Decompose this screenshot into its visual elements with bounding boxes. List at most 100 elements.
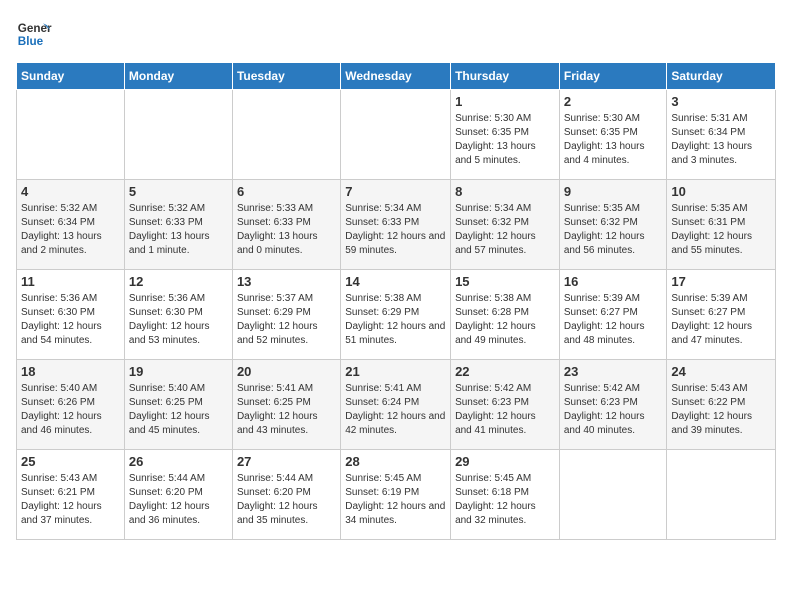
week-row-2: 4 Sunrise: 5:32 AM Sunset: 6:34 PM Daylig…	[17, 180, 776, 270]
day-info: Sunrise: 5:32 AM Sunset: 6:33 PM Dayligh…	[129, 202, 228, 258]
week-row-1: 1 Sunrise: 5:30 AM Sunset: 6:35 PM Daylig…	[17, 90, 776, 180]
day-number: 20	[237, 364, 336, 379]
day-header-saturday: Saturday	[667, 63, 776, 90]
calendar-cell: 1 Sunrise: 5:30 AM Sunset: 6:35 PM Daylig…	[451, 90, 560, 180]
day-info: Sunrise: 5:39 AM Sunset: 6:27 PM Dayligh…	[671, 292, 771, 348]
day-header-wednesday: Wednesday	[341, 63, 451, 90]
calendar-cell: 8 Sunrise: 5:34 AM Sunset: 6:32 PM Daylig…	[451, 180, 560, 270]
day-info: Sunrise: 5:45 AM Sunset: 6:18 PM Dayligh…	[455, 472, 555, 528]
day-header-friday: Friday	[559, 63, 667, 90]
calendar-cell: 29 Sunrise: 5:45 AM Sunset: 6:18 PM Dayli…	[451, 450, 560, 540]
day-number: 16	[564, 274, 663, 289]
day-header-monday: Monday	[124, 63, 232, 90]
day-info: Sunrise: 5:33 AM Sunset: 6:33 PM Dayligh…	[237, 202, 336, 258]
svg-text:Blue: Blue	[18, 35, 44, 48]
calendar-cell: 6 Sunrise: 5:33 AM Sunset: 6:33 PM Daylig…	[232, 180, 340, 270]
day-number: 5	[129, 184, 228, 199]
calendar-cell	[124, 90, 232, 180]
calendar-cell: 9 Sunrise: 5:35 AM Sunset: 6:32 PM Daylig…	[559, 180, 667, 270]
day-info: Sunrise: 5:40 AM Sunset: 6:26 PM Dayligh…	[21, 382, 120, 438]
day-number: 27	[237, 454, 336, 469]
day-number: 4	[21, 184, 120, 199]
week-row-3: 11 Sunrise: 5:36 AM Sunset: 6:30 PM Dayli…	[17, 270, 776, 360]
logo: General Blue	[16, 16, 56, 52]
day-number: 13	[237, 274, 336, 289]
calendar-cell: 11 Sunrise: 5:36 AM Sunset: 6:30 PM Dayli…	[17, 270, 125, 360]
calendar-cell: 22Sunrise: 5:42 AM Sunset: 6:23 PM Dayli…	[451, 360, 560, 450]
calendar-cell: 10 Sunrise: 5:35 AM Sunset: 6:31 PM Dayli…	[667, 180, 776, 270]
day-info: Sunrise: 5:43 AM Sunset: 6:21 PM Dayligh…	[21, 472, 120, 528]
calendar-cell: 19Sunrise: 5:40 AM Sunset: 6:25 PM Dayli…	[124, 360, 232, 450]
day-info: Sunrise: 5:40 AM Sunset: 6:25 PM Dayligh…	[129, 382, 228, 438]
day-info: Sunrise: 5:42 AM Sunset: 6:23 PM Dayligh…	[564, 382, 663, 438]
day-info: Sunrise: 5:38 AM Sunset: 6:28 PM Dayligh…	[455, 292, 555, 348]
calendar-cell: 17 Sunrise: 5:39 AM Sunset: 6:27 PM Dayli…	[667, 270, 776, 360]
calendar-cell: 26 Sunrise: 5:44 AM Sunset: 6:20 PM Dayli…	[124, 450, 232, 540]
calendar-cell	[559, 450, 667, 540]
day-number: 14	[345, 274, 446, 289]
day-number: 3	[671, 94, 771, 109]
day-info: Sunrise: 5:31 AM Sunset: 6:34 PM Dayligh…	[671, 112, 771, 168]
day-number: 10	[671, 184, 771, 199]
day-number: 12	[129, 274, 228, 289]
day-info: Sunrise: 5:42 AM Sunset: 6:23 PM Dayligh…	[455, 382, 555, 438]
day-number: 9	[564, 184, 663, 199]
calendar-cell: 25 Sunrise: 5:43 AM Sunset: 6:21 PM Dayli…	[17, 450, 125, 540]
calendar-cell	[17, 90, 125, 180]
day-info: Sunrise: 5:30 AM Sunset: 6:35 PM Dayligh…	[564, 112, 663, 168]
day-number: 29	[455, 454, 555, 469]
calendar-cell: 4 Sunrise: 5:32 AM Sunset: 6:34 PM Daylig…	[17, 180, 125, 270]
calendar-cell: 28Sunrise: 5:45 AM Sunset: 6:19 PM Dayli…	[341, 450, 451, 540]
day-info: Sunrise: 5:36 AM Sunset: 6:30 PM Dayligh…	[21, 292, 120, 348]
day-info: Sunrise: 5:41 AM Sunset: 6:24 PM Dayligh…	[345, 382, 446, 438]
day-number: 23	[564, 364, 663, 379]
calendar-cell	[667, 450, 776, 540]
calendar-cell: 7 Sunrise: 5:34 AM Sunset: 6:33 PM Daylig…	[341, 180, 451, 270]
day-number: 25	[21, 454, 120, 469]
day-header-sunday: Sunday	[17, 63, 125, 90]
calendar-cell: 3 Sunrise: 5:31 AM Sunset: 6:34 PM Daylig…	[667, 90, 776, 180]
day-number: 15	[455, 274, 555, 289]
day-info: Sunrise: 5:44 AM Sunset: 6:20 PM Dayligh…	[129, 472, 228, 528]
calendar-cell: 14 Sunrise: 5:38 AM Sunset: 6:29 PM Dayli…	[341, 270, 451, 360]
logo-icon: General Blue	[16, 16, 52, 52]
day-info: Sunrise: 5:38 AM Sunset: 6:29 PM Dayligh…	[345, 292, 446, 348]
calendar-table: SundayMondayTuesdayWednesdayThursdayFrid…	[16, 62, 776, 540]
week-row-5: 25 Sunrise: 5:43 AM Sunset: 6:21 PM Dayli…	[17, 450, 776, 540]
day-header-thursday: Thursday	[451, 63, 560, 90]
day-number: 26	[129, 454, 228, 469]
day-number: 7	[345, 184, 446, 199]
day-number: 8	[455, 184, 555, 199]
calendar-cell: 12 Sunrise: 5:36 AM Sunset: 6:30 PM Dayli…	[124, 270, 232, 360]
calendar-cell: 21 Sunrise: 5:41 AM Sunset: 6:24 PM Dayli…	[341, 360, 451, 450]
calendar-cell: 27Sunrise: 5:44 AM Sunset: 6:20 PM Dayli…	[232, 450, 340, 540]
day-info: Sunrise: 5:43 AM Sunset: 6:22 PM Dayligh…	[671, 382, 771, 438]
calendar-cell: 23 Sunrise: 5:42 AM Sunset: 6:23 PM Dayli…	[559, 360, 667, 450]
day-info: Sunrise: 5:37 AM Sunset: 6:29 PM Dayligh…	[237, 292, 336, 348]
day-info: Sunrise: 5:36 AM Sunset: 6:30 PM Dayligh…	[129, 292, 228, 348]
calendar-cell	[232, 90, 340, 180]
calendar-cell	[341, 90, 451, 180]
day-number: 24	[671, 364, 771, 379]
day-number: 17	[671, 274, 771, 289]
day-info: Sunrise: 5:35 AM Sunset: 6:31 PM Dayligh…	[671, 202, 771, 258]
day-info: Sunrise: 5:35 AM Sunset: 6:32 PM Dayligh…	[564, 202, 663, 258]
day-info: Sunrise: 5:30 AM Sunset: 6:35 PM Dayligh…	[455, 112, 555, 168]
calendar-cell: 16 Sunrise: 5:39 AM Sunset: 6:27 PM Dayli…	[559, 270, 667, 360]
calendar-cell: 15 Sunrise: 5:38 AM Sunset: 6:28 PM Dayli…	[451, 270, 560, 360]
day-number: 21	[345, 364, 446, 379]
calendar-cell: 13 Sunrise: 5:37 AM Sunset: 6:29 PM Dayli…	[232, 270, 340, 360]
day-number: 11	[21, 274, 120, 289]
calendar-cell: 5 Sunrise: 5:32 AM Sunset: 6:33 PM Daylig…	[124, 180, 232, 270]
day-info: Sunrise: 5:34 AM Sunset: 6:32 PM Dayligh…	[455, 202, 555, 258]
calendar-cell: 2Sunrise: 5:30 AM Sunset: 6:35 PM Daylig…	[559, 90, 667, 180]
day-number: 6	[237, 184, 336, 199]
calendar-cell: 24 Sunrise: 5:43 AM Sunset: 6:22 PM Dayli…	[667, 360, 776, 450]
week-row-4: 18Sunrise: 5:40 AM Sunset: 6:26 PM Dayli…	[17, 360, 776, 450]
day-number: 1	[455, 94, 555, 109]
day-number: 28	[345, 454, 446, 469]
day-info: Sunrise: 5:34 AM Sunset: 6:33 PM Dayligh…	[345, 202, 446, 258]
day-info: Sunrise: 5:39 AM Sunset: 6:27 PM Dayligh…	[564, 292, 663, 348]
svg-text:General: General	[18, 22, 52, 35]
day-info: Sunrise: 5:32 AM Sunset: 6:34 PM Dayligh…	[21, 202, 120, 258]
